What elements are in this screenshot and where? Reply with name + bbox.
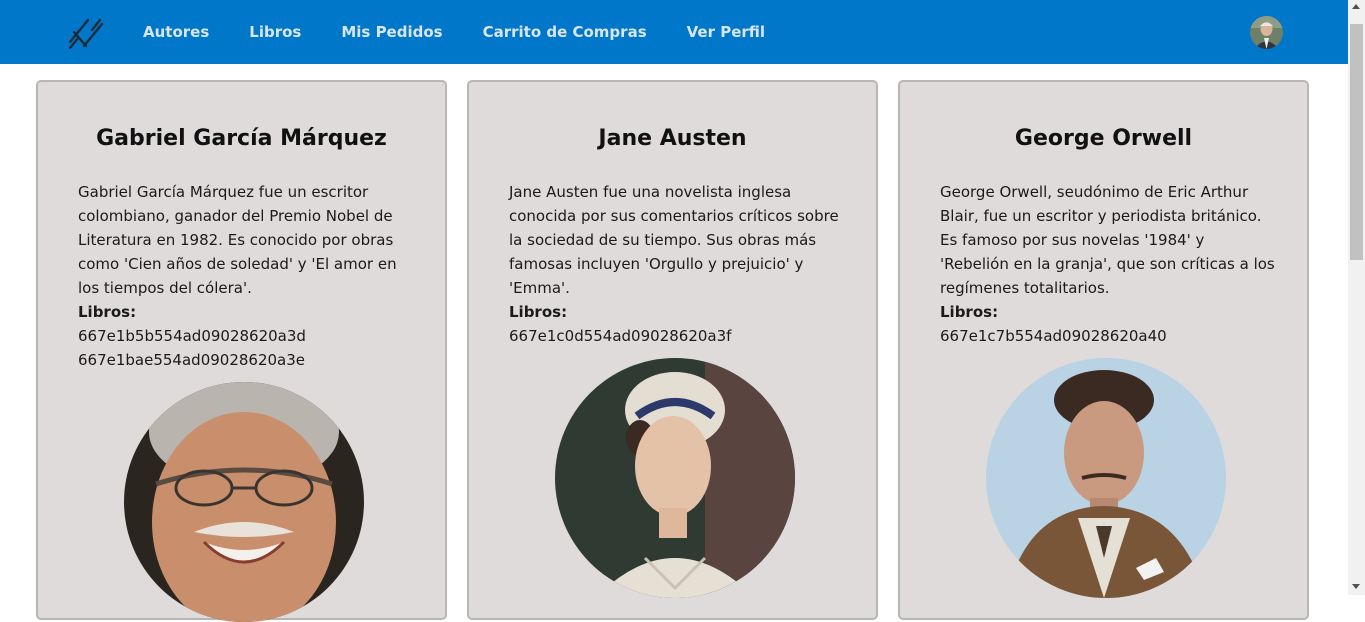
nav-link-mis-pedidos[interactable]: Mis Pedidos <box>341 23 442 41</box>
scroll-up-icon[interactable] <box>1352 4 1360 9</box>
author-bio: Gabriel García Márquez fue un escritor c… <box>78 183 397 297</box>
avatar-photo-icon <box>1250 16 1283 49</box>
book-id: 667e1b5b554ad09028620a3d <box>78 327 306 345</box>
author-portrait <box>986 358 1226 598</box>
author-card-jane-austen: Jane Austen Jane Austen fue una novelist… <box>467 80 878 620</box>
author-portrait <box>555 358 795 598</box>
author-card-garcia-marquez: Gabriel García Márquez Gabriel García Má… <box>36 80 447 622</box>
nav-links: Autores Libros Mis Pedidos Carrito de Co… <box>143 0 805 64</box>
vertical-scrollbar[interactable] <box>1348 0 1365 595</box>
books-label: Libros: <box>940 303 999 321</box>
user-avatar[interactable] <box>1250 16 1283 49</box>
scroll-down-icon[interactable] <box>1352 584 1360 589</box>
author-bio: Jane Austen fue una novelista inglesa co… <box>509 183 839 297</box>
author-info: George Orwell, seudónimo de Eric Arthur … <box>940 180 1275 348</box>
portrait-george-orwell-icon <box>986 358 1226 598</box>
logo-icon[interactable] <box>66 12 106 52</box>
books-label: Libros: <box>509 303 568 321</box>
nav-link-carrito[interactable]: Carrito de Compras <box>483 23 647 41</box>
portrait-jane-austen-icon <box>555 358 795 598</box>
nav-link-libros[interactable]: Libros <box>249 23 301 41</box>
scrollbar-thumb[interactable] <box>1350 24 1363 260</box>
author-info: Jane Austen fue una novelista inglesa co… <box>509 180 844 348</box>
author-name: Jane Austen <box>598 126 747 151</box>
book-id: 667e1bae554ad09028620a3e <box>78 351 305 369</box>
author-name: Gabriel García Márquez <box>96 126 387 151</box>
author-bio: George Orwell, seudónimo de Eric Arthur … <box>940 183 1275 297</box>
author-card-george-orwell: George Orwell George Orwell, seudónimo d… <box>898 80 1309 620</box>
top-navbar: Autores Libros Mis Pedidos Carrito de Co… <box>0 0 1348 64</box>
nav-link-ver-perfil[interactable]: Ver Perfil <box>687 23 765 41</box>
book-id: 667e1c7b554ad09028620a40 <box>940 327 1167 345</box>
book-id: 667e1c0d554ad09028620a3f <box>509 327 732 345</box>
books-label: Libros: <box>78 303 137 321</box>
portrait-garcia-marquez-icon <box>124 382 364 622</box>
author-name: George Orwell <box>1014 126 1193 151</box>
nav-link-autores[interactable]: Autores <box>143 23 209 41</box>
author-portrait <box>124 382 364 622</box>
author-info: Gabriel García Márquez fue un escritor c… <box>78 180 413 372</box>
